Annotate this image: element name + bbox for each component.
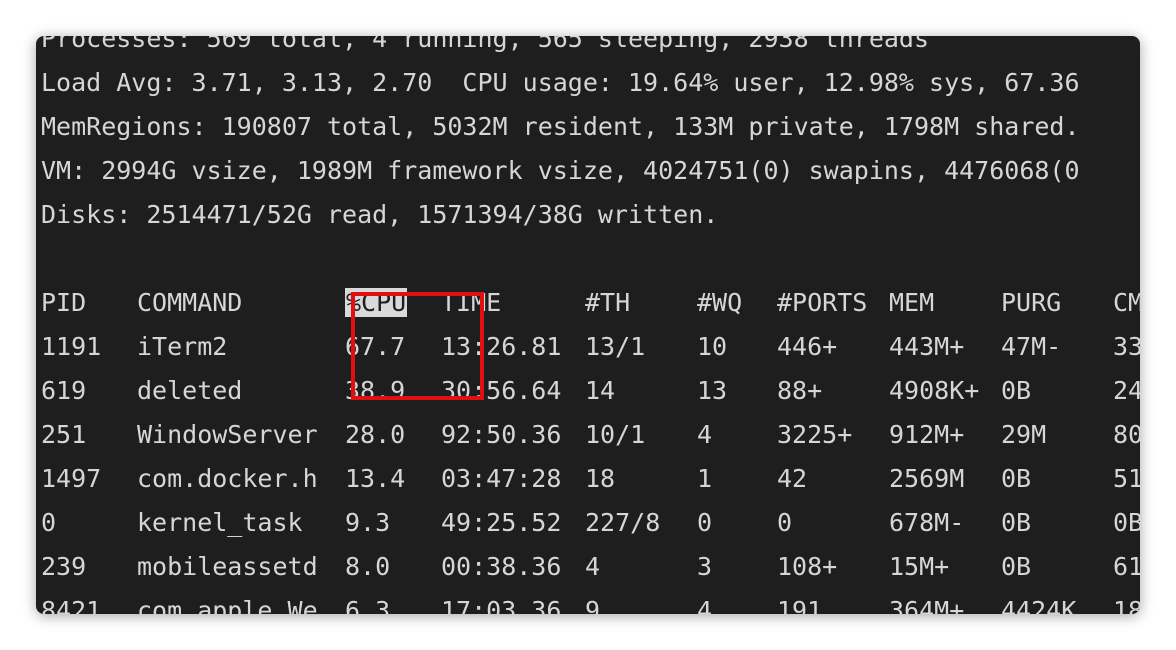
cpu-cell: 8.0	[345, 552, 391, 581]
table-row: 0 kernel_task 9.3 49:25.52 227/8 0 0 678M- 0B 0B	[41, 501, 1140, 545]
header-cpu: %CPU	[345, 281, 408, 325]
wq-cell: 4	[697, 420, 713, 449]
time-cell: 17:03.36	[441, 596, 562, 614]
cmprs-cell: 80	[1113, 420, 1140, 449]
mem-cell: 4908K+	[889, 376, 980, 405]
pid-cell: 1497	[41, 464, 102, 493]
mem-cell: 15M+	[889, 552, 950, 581]
table-row: 1497 com.docker.h 13.4 03:47:28 18 1 42 2569M 0B…	[41, 457, 1140, 501]
ports-cell: 3225+	[777, 420, 853, 449]
header-cmprs: CM	[1113, 288, 1140, 317]
cpu-cell: 9.3	[345, 508, 391, 537]
wq-cell: 4	[697, 596, 713, 614]
top-output: Processes: 569 total, 4 running, 565 sle…	[41, 36, 1140, 614]
table-header-row: PID COMMAND %CPU TIME #TH #WQ #PORTS MEM…	[41, 281, 1140, 325]
purg-cell: 0B	[1001, 552, 1032, 581]
mem-cell: 912M+	[889, 420, 965, 449]
wq-cell: 1	[697, 464, 713, 493]
ports-cell: 446+	[777, 332, 838, 361]
cmprs-cell: 61	[1113, 552, 1140, 581]
cpu-cell: 28.0	[345, 420, 406, 449]
summary-vm: VM: 2994G vsize, 1989M framework vsize, …	[41, 156, 1080, 185]
header-pid: PID	[41, 288, 87, 317]
command-cell: com.apple.We	[137, 596, 318, 614]
threads-cell: 18	[585, 464, 616, 493]
purg-cell: 0B	[1001, 508, 1032, 537]
command-cell: kernel_task	[137, 508, 303, 537]
command-cell: iTerm2	[137, 332, 228, 361]
cmprs-cell: 0B	[1113, 508, 1140, 537]
table-row: 1191 iTerm2 67.7 13:26.81 13/1 10 446+ 443M+ 47M…	[41, 325, 1140, 369]
wq-cell: 10	[697, 332, 728, 361]
threads-cell: 10/1	[585, 420, 646, 449]
command-cell: WindowServer	[137, 420, 318, 449]
wq-cell: 3	[697, 552, 713, 581]
cmprs-cell: 24	[1113, 376, 1140, 405]
summary-processes: Processes: 569 total, 4 running, 565 sle…	[41, 36, 930, 53]
threads-cell: 9	[585, 596, 601, 614]
table-row: 619 deleted 38.9 30:56.64 14 13 88+ 4908K+ 0B 24	[41, 369, 1140, 413]
table-row: 239 mobileassetd 8.0 00:38.36 4 3 108+ 15M+ 0B 61	[41, 545, 1140, 589]
cpu-cell: 38.9	[345, 376, 406, 405]
mem-cell: 2569M	[889, 464, 965, 493]
header-mem: MEM	[889, 288, 935, 317]
cpu-cell: 6.3	[345, 596, 391, 614]
time-cell: 92:50.36	[441, 420, 562, 449]
ports-cell: 42	[777, 464, 808, 493]
time-cell: 49:25.52	[441, 508, 562, 537]
cpu-cell: 67.7	[345, 332, 406, 361]
ports-cell: 88+	[777, 376, 823, 405]
cmprs-cell: 51	[1113, 464, 1140, 493]
purg-cell: 47M-	[1001, 332, 1062, 361]
process-table-body: 1191 iTerm2 67.7 13:26.81 13/1 10 446+ 443M+ 47M…	[41, 325, 1140, 614]
time-cell: 03:47:28	[441, 464, 562, 493]
terminal-window[interactable]: Processes: 569 total, 4 running, 565 sle…	[36, 36, 1140, 614]
pid-cell: 251	[41, 420, 87, 449]
ports-cell: 191	[777, 596, 823, 614]
threads-cell: 13/1	[585, 332, 646, 361]
header-command: COMMAND	[137, 288, 243, 317]
threads-cell: 14	[585, 376, 616, 405]
pid-cell: 239	[41, 552, 87, 581]
mem-cell: 364M+	[889, 596, 965, 614]
cpu-cell: 13.4	[345, 464, 406, 493]
header-cpu-selected: %CPU	[345, 288, 408, 317]
header-ports: #PORTS	[777, 288, 868, 317]
cmprs-cell: 18	[1113, 596, 1140, 614]
command-cell: com.docker.h	[137, 464, 318, 493]
purg-cell: 0B	[1001, 464, 1032, 493]
mem-cell: 678M-	[889, 508, 965, 537]
purg-cell: 4424K	[1001, 596, 1077, 614]
pid-cell: 0	[41, 508, 57, 537]
purg-cell: 0B	[1001, 376, 1032, 405]
summary-load-avg: Load Avg: 3.71, 3.13, 2.70 CPU usage: 19…	[41, 68, 1080, 97]
command-cell: deleted	[137, 376, 243, 405]
ports-cell: 108+	[777, 552, 838, 581]
table-row: 251 WindowServer 28.0 92:50.36 10/1 4 3225+ 912…	[41, 413, 1140, 457]
wq-cell: 0	[697, 508, 713, 537]
summary-memregions: MemRegions: 190807 total, 5032M resident…	[41, 112, 1080, 141]
pid-cell: 1191	[41, 332, 102, 361]
command-cell: mobileassetd	[137, 552, 318, 581]
summary-disks: Disks: 2514471/52G read, 1571394/38G wri…	[41, 200, 719, 229]
pid-cell: 8421	[41, 596, 102, 614]
time-cell: 00:38.36	[441, 552, 562, 581]
ports-cell: 0	[777, 508, 793, 537]
header-threads: #TH	[585, 288, 631, 317]
time-cell: 13:26.81	[441, 332, 562, 361]
time-cell: 30:56.64	[441, 376, 562, 405]
header-time: TIME	[441, 288, 502, 317]
header-wq: #WQ	[697, 288, 743, 317]
threads-cell: 227/8	[585, 508, 661, 537]
header-purg: PURG	[1001, 288, 1062, 317]
table-row: 8421 com.apple.We 6.3 17:03.36 9 4 191 364M+ 442…	[41, 589, 1140, 614]
wq-cell: 13	[697, 376, 728, 405]
cmprs-cell: 33	[1113, 332, 1140, 361]
mem-cell: 443M+	[889, 332, 965, 361]
pid-cell: 619	[41, 376, 87, 405]
purg-cell: 29M	[1001, 420, 1047, 449]
threads-cell: 4	[585, 552, 601, 581]
